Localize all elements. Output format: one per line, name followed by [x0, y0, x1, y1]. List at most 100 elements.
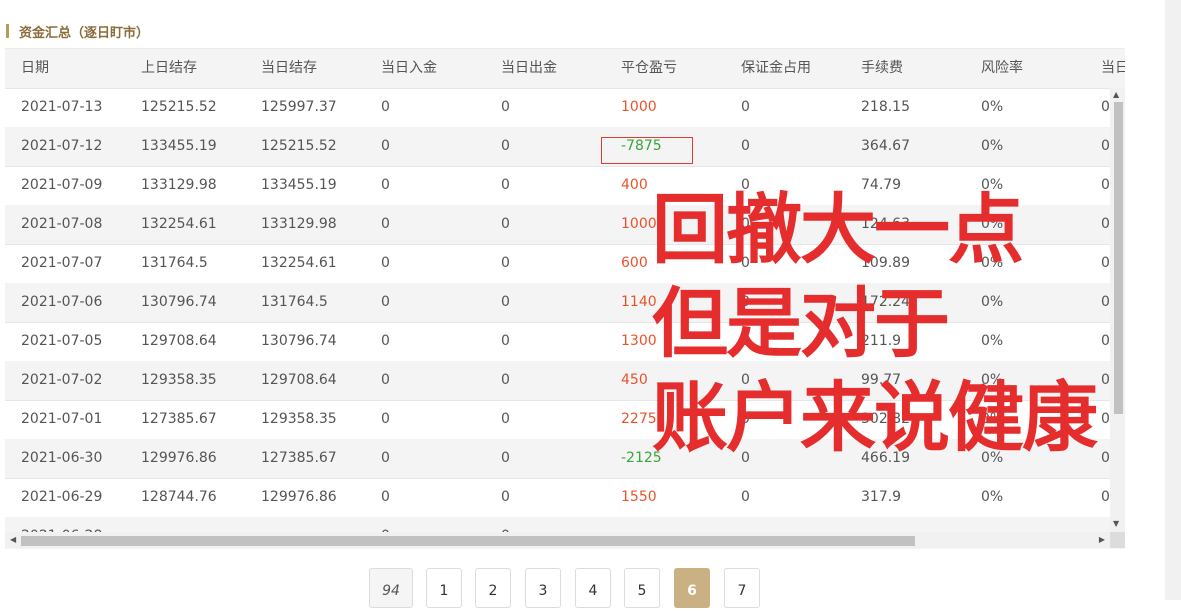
scroll-up-icon[interactable]: ▲: [1113, 91, 1119, 99]
scroll-right-icon[interactable]: ▶: [1099, 535, 1105, 544]
section-header: 资金汇总（逐日盯市）: [6, 22, 150, 41]
cell-withdrawal: 0: [501, 138, 510, 154]
cell-deposit: 0: [381, 333, 390, 349]
table-row[interactable]: 2021-07-12 133455.19 125215.52 0 0 -7875 0 364.…: [5, 127, 1125, 167]
cell-balance: 125997.37: [261, 99, 337, 115]
page-button-5[interactable]: 5: [624, 568, 660, 608]
cell-deposit: 0: [381, 99, 390, 115]
vertical-scroll-thumb[interactable]: [1114, 102, 1123, 414]
cell-withdrawal: 0: [501, 333, 510, 349]
cell-margin: 0: [741, 99, 750, 115]
cell-close-pnl: 1550: [621, 489, 657, 505]
table-row[interactable]: 2021-07-13 125215.52 125997.37 0 0 1000 0 218.1…: [5, 88, 1125, 128]
cell-today-more: 0: [1101, 255, 1110, 271]
page-button-6-active[interactable]: 6: [674, 568, 710, 608]
table-row[interactable]: 2021-06-29 128744.76 129976.86 0 0 1550 0 317.9…: [5, 478, 1125, 518]
cell-fee: 364.67: [861, 138, 910, 154]
cell-today-more: 0: [1101, 138, 1110, 154]
cell-fee: 218.15: [861, 99, 910, 115]
cell-margin: 0: [741, 138, 750, 154]
col-header-margin[interactable]: 保证金占用: [741, 49, 811, 88]
cell-today-more: 0: [1101, 177, 1110, 193]
cell-date: 2021-07-06: [21, 294, 103, 310]
col-header-deposit[interactable]: 当日入金: [381, 49, 437, 88]
cell-risk-rate: 0%: [981, 489, 1004, 505]
col-header-date[interactable]: 日期: [21, 49, 49, 88]
cell-close-pnl: 600: [621, 255, 648, 271]
cell-close-pnl: 400: [621, 177, 648, 193]
cell-close-pnl: 450: [621, 372, 648, 388]
page-ellipsis[interactable]: 94: [369, 568, 413, 608]
cell-today-more: 0: [1101, 99, 1110, 115]
cell-balance: 133129.98: [261, 216, 337, 232]
cell-withdrawal: 0: [501, 489, 510, 505]
cell-prev-balance: 127385.67: [141, 411, 217, 427]
table-row[interactable]: 2021-07-06 130796.74 131764.5 0 0 1140 0 172.24…: [5, 283, 1125, 323]
cell-withdrawal: 0: [501, 216, 510, 232]
cell-today-more: 0: [1101, 216, 1110, 232]
scroll-left-icon[interactable]: ◀: [10, 535, 16, 544]
cell-prev-balance: 129358.35: [141, 372, 217, 388]
cell-withdrawal: 0: [501, 411, 510, 427]
cell-close-pnl: 1000: [621, 99, 657, 115]
cell-margin: 0: [741, 489, 750, 505]
cell-prev-balance: 133455.19: [141, 138, 217, 154]
cell-withdrawal: 0: [501, 255, 510, 271]
cell-date: 2021-07-05: [21, 333, 103, 349]
cell-deposit: 0: [381, 255, 390, 271]
cell-deposit: 0: [381, 177, 390, 193]
table-header: 日期 上日结存 当日结存 当日入金 当日出金 平仓盈亏 保证金占用 手续费 风险…: [5, 49, 1125, 89]
cell-date: 2021-06-30: [21, 450, 103, 466]
cell-deposit: 0: [381, 411, 390, 427]
cell-deposit: 0: [381, 450, 390, 466]
scroll-down-icon[interactable]: ▼: [1113, 520, 1119, 528]
cell-date: 2021-07-08: [21, 216, 103, 232]
cell-date: 2021-07-09: [21, 177, 103, 193]
cell-deposit: 0: [381, 138, 390, 154]
section-title: 资金汇总（逐日盯市）: [19, 25, 150, 41]
cell-prev-balance: 129976.86: [141, 450, 217, 466]
cell-date: 2021-07-02: [21, 372, 103, 388]
vertical-scrollbar[interactable]: ▲ ▼: [1110, 88, 1125, 532]
col-header-risk-rate[interactable]: 风险率: [981, 49, 1023, 88]
cell-risk-rate: 0%: [981, 294, 1004, 310]
cell-balance: 129976.86: [261, 489, 337, 505]
page-button-7[interactable]: 7: [724, 568, 760, 608]
cell-prev-balance: 130796.74: [141, 294, 217, 310]
col-header-today-more[interactable]: 当日: [1101, 49, 1125, 88]
cell-balance: 133455.19: [261, 177, 337, 193]
col-header-close-pnl[interactable]: 平仓盈亏: [621, 49, 677, 88]
page-button-2[interactable]: 2: [475, 568, 511, 608]
cell-balance: 129358.35: [261, 411, 337, 427]
pnl-highlight-box: [601, 137, 693, 164]
horizontal-scrollbar[interactable]: ◀ ▶: [5, 532, 1110, 548]
page-button-4[interactable]: 4: [575, 568, 611, 608]
col-header-prev-balance[interactable]: 上日结存: [141, 49, 197, 88]
page-right-gutter: [1165, 0, 1181, 600]
page-button-1[interactable]: 1: [426, 568, 462, 608]
col-header-fee[interactable]: 手续费: [861, 49, 903, 88]
cell-fee: 317.9: [861, 489, 902, 505]
cell-risk-rate: 0%: [981, 99, 1004, 115]
horizontal-scroll-thumb[interactable]: [21, 536, 915, 546]
cell-balance: 127385.67: [261, 450, 337, 466]
col-header-withdrawal[interactable]: 当日出金: [501, 49, 557, 88]
cell-balance: 130796.74: [261, 333, 337, 349]
overlay-annotation-line-3: 账户来说健康: [652, 373, 1098, 462]
cell-deposit: 0: [381, 489, 390, 505]
cell-today-more: 0: [1101, 333, 1110, 349]
cell-deposit: 0: [381, 294, 390, 310]
cell-balance: 132254.61: [261, 255, 337, 271]
cell-today-more: 0: [1101, 450, 1110, 466]
cell-risk-rate: 0%: [981, 138, 1004, 154]
page-button-3[interactable]: 3: [525, 568, 561, 608]
cell-withdrawal: 0: [501, 450, 510, 466]
cell-withdrawal: 0: [501, 99, 510, 115]
cell-balance: 131764.5: [261, 294, 328, 310]
cell-prev-balance: 133129.98: [141, 177, 217, 193]
cell-date: 2021-07-13: [21, 99, 103, 115]
col-header-balance[interactable]: 当日结存: [261, 49, 317, 88]
cell-today-more: 0: [1101, 489, 1110, 505]
cell-prev-balance: 125215.52: [141, 99, 217, 115]
scrollbar-corner: [1110, 532, 1125, 548]
